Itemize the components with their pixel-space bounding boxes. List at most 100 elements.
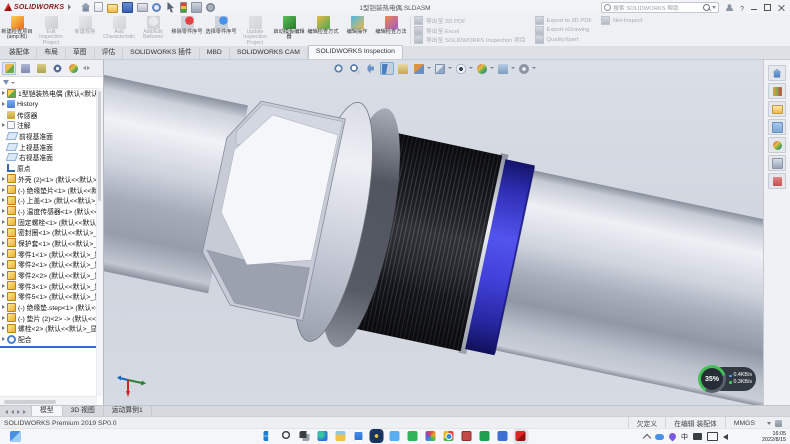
ribbon-button[interactable]: Edit Inspection Project <box>34 14 68 47</box>
view-tool-button[interactable] <box>412 62 426 75</box>
expand-arrow-icon[interactable] <box>0 230 7 234</box>
taskbar-app-icon[interactable] <box>390 431 401 442</box>
expand-arrow-icon[interactable] <box>0 209 7 213</box>
ime-indicator[interactable]: 中 <box>681 432 688 442</box>
tree-item[interactable]: (-) 绝缘垫.step<1> (默认<<默认> <box>0 302 97 313</box>
expand-arrow-icon[interactable] <box>0 177 7 181</box>
tree-item[interactable]: 右视基准面 <box>0 152 97 163</box>
view-tool-button[interactable] <box>380 62 394 75</box>
taskbar-clock[interactable]: 16:05 2022/8/15 <box>762 431 786 443</box>
tree-item[interactable]: 固定螺栓<1> (默认<<默认>_显示 <box>0 216 97 227</box>
quick-access-icon[interactable] <box>165 2 176 13</box>
tree-item[interactable]: (-) 绝缘垫片<1> (默认<<默认>_显 <box>0 184 97 195</box>
tree-item[interactable]: 传感器 <box>0 109 97 120</box>
expand-arrow-icon[interactable] <box>0 241 7 245</box>
tree-item[interactable]: 前视基准面 <box>0 131 97 142</box>
ribbon-button[interactable]: 启动模板编辑器 <box>272 14 306 47</box>
view-tool-button[interactable] <box>454 62 468 75</box>
quick-access-icon[interactable] <box>152 3 161 12</box>
expand-arrow-icon[interactable] <box>0 305 7 309</box>
tab-configuration-manager[interactable] <box>34 62 48 75</box>
taskbar-app-icon[interactable] <box>354 431 365 442</box>
task-pane-tab[interactable] <box>768 155 786 171</box>
ribbon-button[interactable]: 移除零件序号 <box>170 14 204 47</box>
quick-access-icon[interactable] <box>180 2 187 13</box>
ribbon-button[interactable]: Add/Edit Balloons <box>136 14 170 47</box>
command-tab[interactable]: 评估 <box>95 47 124 59</box>
taskbar-app-icon[interactable] <box>264 431 275 442</box>
view-tool-button[interactable] <box>396 62 410 75</box>
expand-arrow-icon[interactable] <box>0 220 7 224</box>
ribbon-button[interactable]: 新建检查项目 (amp:和) <box>0 14 34 47</box>
units-caret-icon[interactable] <box>767 422 771 425</box>
view-tool-button[interactable] <box>364 62 378 75</box>
expand-arrow-icon[interactable] <box>0 91 7 95</box>
quick-access-icon[interactable] <box>107 4 118 13</box>
tree-item[interactable]: 外壳 (2)<1> (默认<<默认>_显示状 <box>0 174 97 185</box>
expand-arrow-icon[interactable] <box>0 262 7 266</box>
speaker-icon[interactable] <box>723 434 728 440</box>
view-tool-button[interactable] <box>348 62 362 75</box>
tree-item[interactable]: 保护套<1> (默认<<默认>_显示状 <box>0 238 97 249</box>
expand-arrow-icon[interactable] <box>0 123 7 127</box>
export-button[interactable]: 导出至 Excel <box>413 26 526 36</box>
task-pane-tab[interactable] <box>768 83 786 99</box>
taskbar-app-icon[interactable] <box>300 431 311 442</box>
expand-arrow-icon[interactable] <box>0 337 7 341</box>
minimize-button[interactable] <box>751 9 757 10</box>
task-pane-tab[interactable] <box>768 173 786 189</box>
login-user-icon[interactable] <box>726 4 733 11</box>
taskbar-app-icon[interactable] <box>462 431 473 442</box>
thermocouple-3d-model[interactable] <box>104 60 764 406</box>
taskbar-app-icon[interactable] <box>408 431 419 442</box>
tab-property-manager[interactable] <box>18 62 32 75</box>
tree-item[interactable]: 上视基准面 <box>0 141 97 152</box>
tree-item[interactable]: (-) 温度传感器<1> (默认<<默认>_ <box>0 206 97 217</box>
tree-rollback-bar[interactable] <box>0 346 97 348</box>
ribbon-button[interactable]: 编辑检查方式 <box>306 14 340 47</box>
tree-item[interactable]: 零件3<1> (默认<<默认>_显示状 <box>0 280 97 291</box>
expand-arrow-icon[interactable] <box>0 198 7 202</box>
command-tab[interactable]: 布局 <box>37 47 66 59</box>
taskbar-app-icon[interactable] <box>282 431 293 442</box>
taskbar-app-icon[interactable] <box>516 431 527 442</box>
ribbon-button[interactable]: Update Inspection Project <box>238 14 272 47</box>
task-pane-tab[interactable] <box>768 65 786 81</box>
graphics-viewport[interactable]: 0.4KB/s 0.3KB/s 35% <box>104 60 764 406</box>
close-button[interactable] <box>778 4 785 11</box>
ribbon-button[interactable]: Add Characteristic <box>102 14 136 47</box>
search-caret-icon[interactable] <box>712 6 716 9</box>
export-button[interactable]: Export eDrawing <box>534 26 592 36</box>
taskbar-app-icon[interactable] <box>444 431 455 442</box>
quick-access-icon[interactable] <box>137 3 148 12</box>
search-icon[interactable] <box>703 4 710 11</box>
view-tool-button[interactable] <box>496 62 510 75</box>
export-button[interactable]: 导出至 SOLIDWORKS Inspection 项目 <box>413 35 526 45</box>
tree-item[interactable]: (-) 垫片 (2)<2> -> (默认<<默认 <box>0 312 97 323</box>
expand-arrow-icon[interactable] <box>0 188 7 192</box>
ribbon-button[interactable]: 新建规格 <box>68 14 102 47</box>
command-tab[interactable]: MBD <box>200 47 230 59</box>
location-pin-icon[interactable] <box>668 432 678 442</box>
tree-item[interactable]: History <box>0 99 97 110</box>
task-pane-tab[interactable] <box>768 137 786 153</box>
expand-arrow-icon[interactable] <box>0 252 7 256</box>
export-button[interactable]: Export to 3D PDF <box>534 16 592 26</box>
expand-arrow-icon[interactable] <box>0 102 7 106</box>
command-tab[interactable]: 草图 <box>66 47 95 59</box>
task-pane-tab[interactable] <box>768 119 786 135</box>
tab-dimxpert-manager[interactable] <box>50 62 64 75</box>
view-tool-button[interactable] <box>433 62 447 75</box>
tree-item[interactable]: (-) 上盖<1> (默认<<默认>_显示状 <box>0 195 97 206</box>
network-speed-overlay[interactable]: 0.4KB/s 0.3KB/s 35% <box>698 365 756 393</box>
panel-vertical-scrollbar[interactable] <box>96 88 103 396</box>
tree-item[interactable]: 零件5<1> (默认<<默认>_显示状 <box>0 291 97 302</box>
command-tab[interactable]: SOLIDWORKS 插件 <box>123 47 200 59</box>
tree-item[interactable]: 螺栓<2> (默认<<默认>_显示状态 <box>0 323 97 334</box>
tree-item[interactable]: 零件2<2> (默认<<默认>_显示状 <box>0 270 97 281</box>
monitor-icon[interactable] <box>707 432 718 441</box>
tree-item[interactable]: 配合 <box>0 334 97 345</box>
tree-item[interactable]: 零件2<1> (默认<<默认>_显示状 <box>0 259 97 270</box>
quick-access-icon[interactable] <box>122 2 133 13</box>
taskbar-app-icon[interactable] <box>336 431 347 442</box>
